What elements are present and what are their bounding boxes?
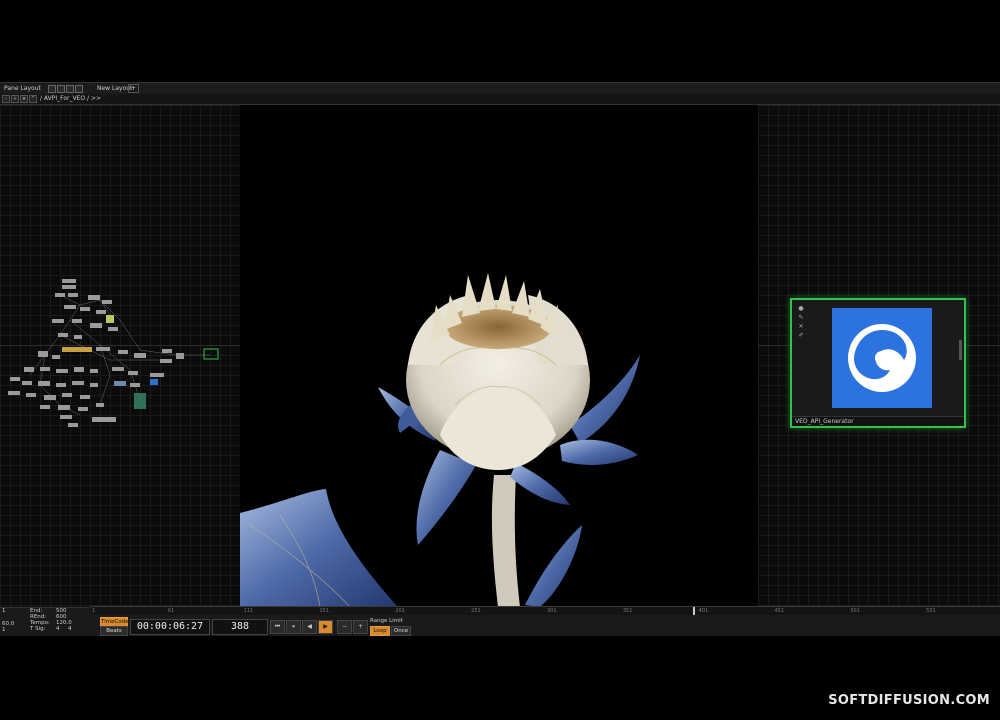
network-path[interactable]: / AVPI_For_VEO / >>	[40, 94, 101, 104]
node-pin-icon[interactable]: ✎	[797, 314, 805, 322]
range-limit-label: Range Limit	[370, 618, 403, 624]
viewer-pane[interactable]	[240, 105, 758, 607]
ruler-tick-label: 1	[92, 608, 96, 614]
ruler-tick-label: 451	[774, 608, 785, 614]
network-path-bar: ‹ + ★ ^ / AVPI_For_VEO / >>	[0, 94, 1000, 105]
frame-field[interactable]: 388	[212, 619, 268, 635]
pause-button[interactable]: ⏸	[286, 620, 301, 634]
ruler-tick-label: 151	[319, 608, 330, 614]
start-value[interactable]: 1	[2, 608, 6, 614]
ruler-tick-label: 301	[547, 608, 557, 614]
ruler-tick-label: 201	[395, 608, 405, 614]
back-icon[interactable]: ‹	[2, 95, 10, 103]
ruler-tick-label: 61	[167, 608, 175, 614]
veo-logo-icon	[848, 324, 916, 392]
veo-api-generator-node[interactable]: ● ✎ ✕ ✐ VEO_API_Generator	[790, 298, 966, 428]
sub-value[interactable]: 1	[2, 627, 6, 633]
loop-button[interactable]: Loop	[370, 626, 390, 636]
ruler-tick-label: 401	[698, 608, 709, 614]
ruler-tick-label: 551	[926, 608, 936, 614]
network-editor-pane[interactable]	[0, 105, 240, 607]
timeline-info-panel: 1 60.0 1 End: 500 REnd: 600 Tempo: 120.0…	[0, 608, 88, 634]
flower-render-image	[240, 273, 640, 607]
plus-button[interactable]: +	[353, 620, 368, 634]
tsig-label: T Sig:	[30, 626, 46, 632]
timeline-ruler[interactable]: 1 61 111 151 201 251 301 351 401 451 501 551	[90, 606, 1000, 615]
add-icon[interactable]: +	[11, 95, 19, 103]
node-toolbar: ● ✎ ✕ ✐	[794, 304, 808, 341]
up-icon[interactable]: ^	[29, 95, 37, 103]
layout-split-icon[interactable]	[57, 85, 65, 93]
ruler-tick-label: 111	[243, 608, 254, 614]
layout-split-icon[interactable]	[48, 85, 56, 93]
node-name-label[interactable]: VEO_API_Generator	[792, 416, 964, 426]
ruler-tick-label: 251	[471, 608, 481, 614]
star-icon[interactable]: ★	[20, 95, 28, 103]
playhead[interactable]	[693, 607, 695, 615]
node-bypass-icon[interactable]: ✕	[797, 323, 805, 331]
node-output-connector[interactable]	[959, 340, 962, 360]
node-edit-icon[interactable]: ✐	[797, 332, 805, 340]
layout-split-icon[interactable]	[75, 85, 83, 93]
node-network-overview[interactable]	[0, 105, 240, 607]
ruler-tick-label: 351	[622, 608, 633, 614]
timecode-field[interactable]: 00:00:06:27	[130, 619, 210, 635]
add-tab-button[interactable]: +	[128, 84, 140, 93]
beats-toggle[interactable]: Beats	[100, 626, 128, 636]
minus-button[interactable]: −	[337, 620, 352, 634]
layout-split-icon[interactable]	[66, 85, 74, 93]
step-back-button[interactable]: ◀	[302, 620, 317, 634]
ruler-tick-label: 501	[850, 608, 860, 614]
rewind-button[interactable]: ⏮	[270, 620, 285, 634]
once-button[interactable]: Once	[391, 626, 411, 636]
tsig-value-a[interactable]: 4	[56, 626, 60, 632]
play-button[interactable]: ▶	[318, 620, 333, 634]
node-info-icon[interactable]: ●	[797, 305, 805, 313]
tsig-value-b[interactable]: 4	[68, 626, 72, 632]
watermark-text: SOFTDIFFUSION.COM	[828, 693, 990, 708]
tab-pane-layout[interactable]: Pane Layout	[0, 83, 45, 94]
node-preview	[832, 308, 932, 408]
